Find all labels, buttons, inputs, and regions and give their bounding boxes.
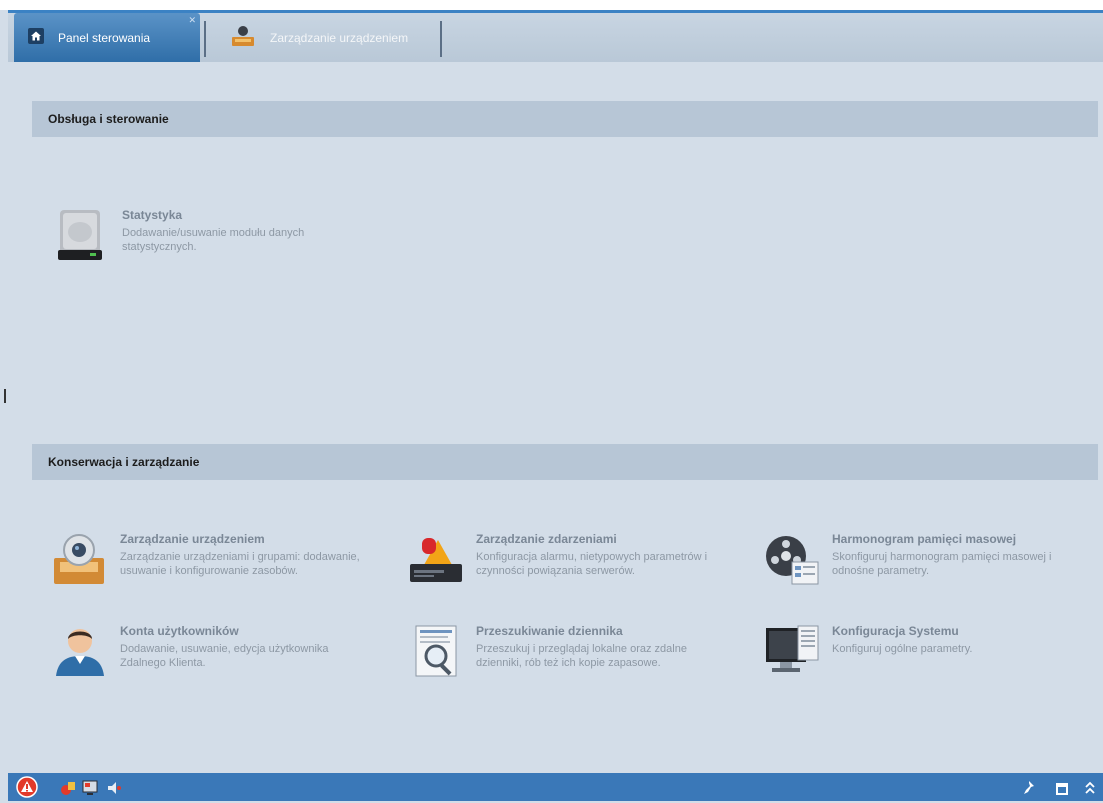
alarm-recorder-icon xyxy=(408,532,464,588)
log-search-icon xyxy=(408,624,464,680)
device-user-icon xyxy=(230,25,256,50)
collapse-icon[interactable] xyxy=(1084,780,1096,801)
status-bar xyxy=(8,773,1103,801)
item-device-management[interactable]: Zarządzanie urządzeniem Zarządzanie urzą… xyxy=(52,532,360,588)
item-statistics[interactable]: Statystyka Dodawanie/usuwanie modułu dan… xyxy=(54,208,362,264)
item-description: Dodawanie/usuwanie modułu danych statyst… xyxy=(122,227,305,253)
top-border xyxy=(0,0,1103,10)
item-title: Przeszukiwanie dziennika xyxy=(476,624,623,638)
item-description: Skonfiguruj harmonogram pamięci masowej … xyxy=(832,551,1052,577)
monitor-icon[interactable] xyxy=(82,780,98,801)
item-description: Zarządzanie urządzeniami i grupami: doda… xyxy=(120,551,360,577)
hard-drive-icon xyxy=(54,208,110,264)
close-icon[interactable]: ✕ xyxy=(188,15,196,26)
record-icon[interactable] xyxy=(60,780,76,801)
item-user-accounts[interactable]: Konta użytkowników Dodawanie, usuwanie, … xyxy=(52,624,360,680)
item-title: Konfiguracja Systemu xyxy=(832,624,959,638)
film-reel-schedule-icon xyxy=(764,532,820,588)
item-title: Statystyka xyxy=(122,208,183,222)
scroll-marker xyxy=(4,389,6,403)
audio-icon[interactable] xyxy=(106,780,122,801)
item-system-configuration[interactable]: Konfiguracja Systemu Konfiguruj ogólne p… xyxy=(764,624,1072,680)
user-account-icon xyxy=(52,624,108,680)
home-icon xyxy=(28,28,44,47)
item-title: Zarządzanie urządzeniem xyxy=(120,532,265,546)
item-description: Konfiguracja alarmu, nietypowych paramet… xyxy=(476,551,708,577)
alarm-warning-icon[interactable] xyxy=(16,776,38,803)
item-log-search[interactable]: Przeszukiwanie dziennika Przeszukuj i pr… xyxy=(408,624,716,680)
item-description: Dodawanie, usuwanie, edycja użytkownika … xyxy=(120,643,329,669)
tab-device-management[interactable]: Zarządzanie urządzeniem xyxy=(216,13,442,62)
item-storage-schedule[interactable]: Harmonogram pamięci masowej Skonfiguruj … xyxy=(764,532,1072,588)
window-icon[interactable] xyxy=(1056,782,1068,800)
pin-icon[interactable] xyxy=(1022,780,1036,801)
tab-control-panel[interactable]: Panel sterowania ✕ xyxy=(14,13,200,62)
section-header-maintenance: Konserwacja i zarządzanie xyxy=(32,444,1098,480)
tab-divider xyxy=(204,21,206,57)
section-header-operation: Obsługa i sterowanie xyxy=(32,101,1098,137)
item-description: Przeszukuj i przeglądaj lokalne oraz zda… xyxy=(476,643,687,669)
tab-label: Zarządzanie urządzeniem xyxy=(270,30,409,45)
item-event-management[interactable]: Zarządzanie zdarzeniami Konfiguracja ala… xyxy=(408,532,716,588)
system-monitor-icon xyxy=(764,624,820,680)
tab-divider xyxy=(440,21,442,57)
item-title: Harmonogram pamięci masowej xyxy=(832,532,1017,546)
camera-box-icon xyxy=(52,532,108,588)
tab-bar: Panel sterowania ✕ Zarządzanie urządzeni… xyxy=(8,10,1103,62)
tab-label: Panel sterowania xyxy=(58,30,151,45)
item-title: Zarządzanie zdarzeniami xyxy=(476,532,617,546)
item-description: Konfiguruj ogólne parametry. xyxy=(832,643,973,655)
item-title: Konta użytkowników xyxy=(120,624,239,638)
